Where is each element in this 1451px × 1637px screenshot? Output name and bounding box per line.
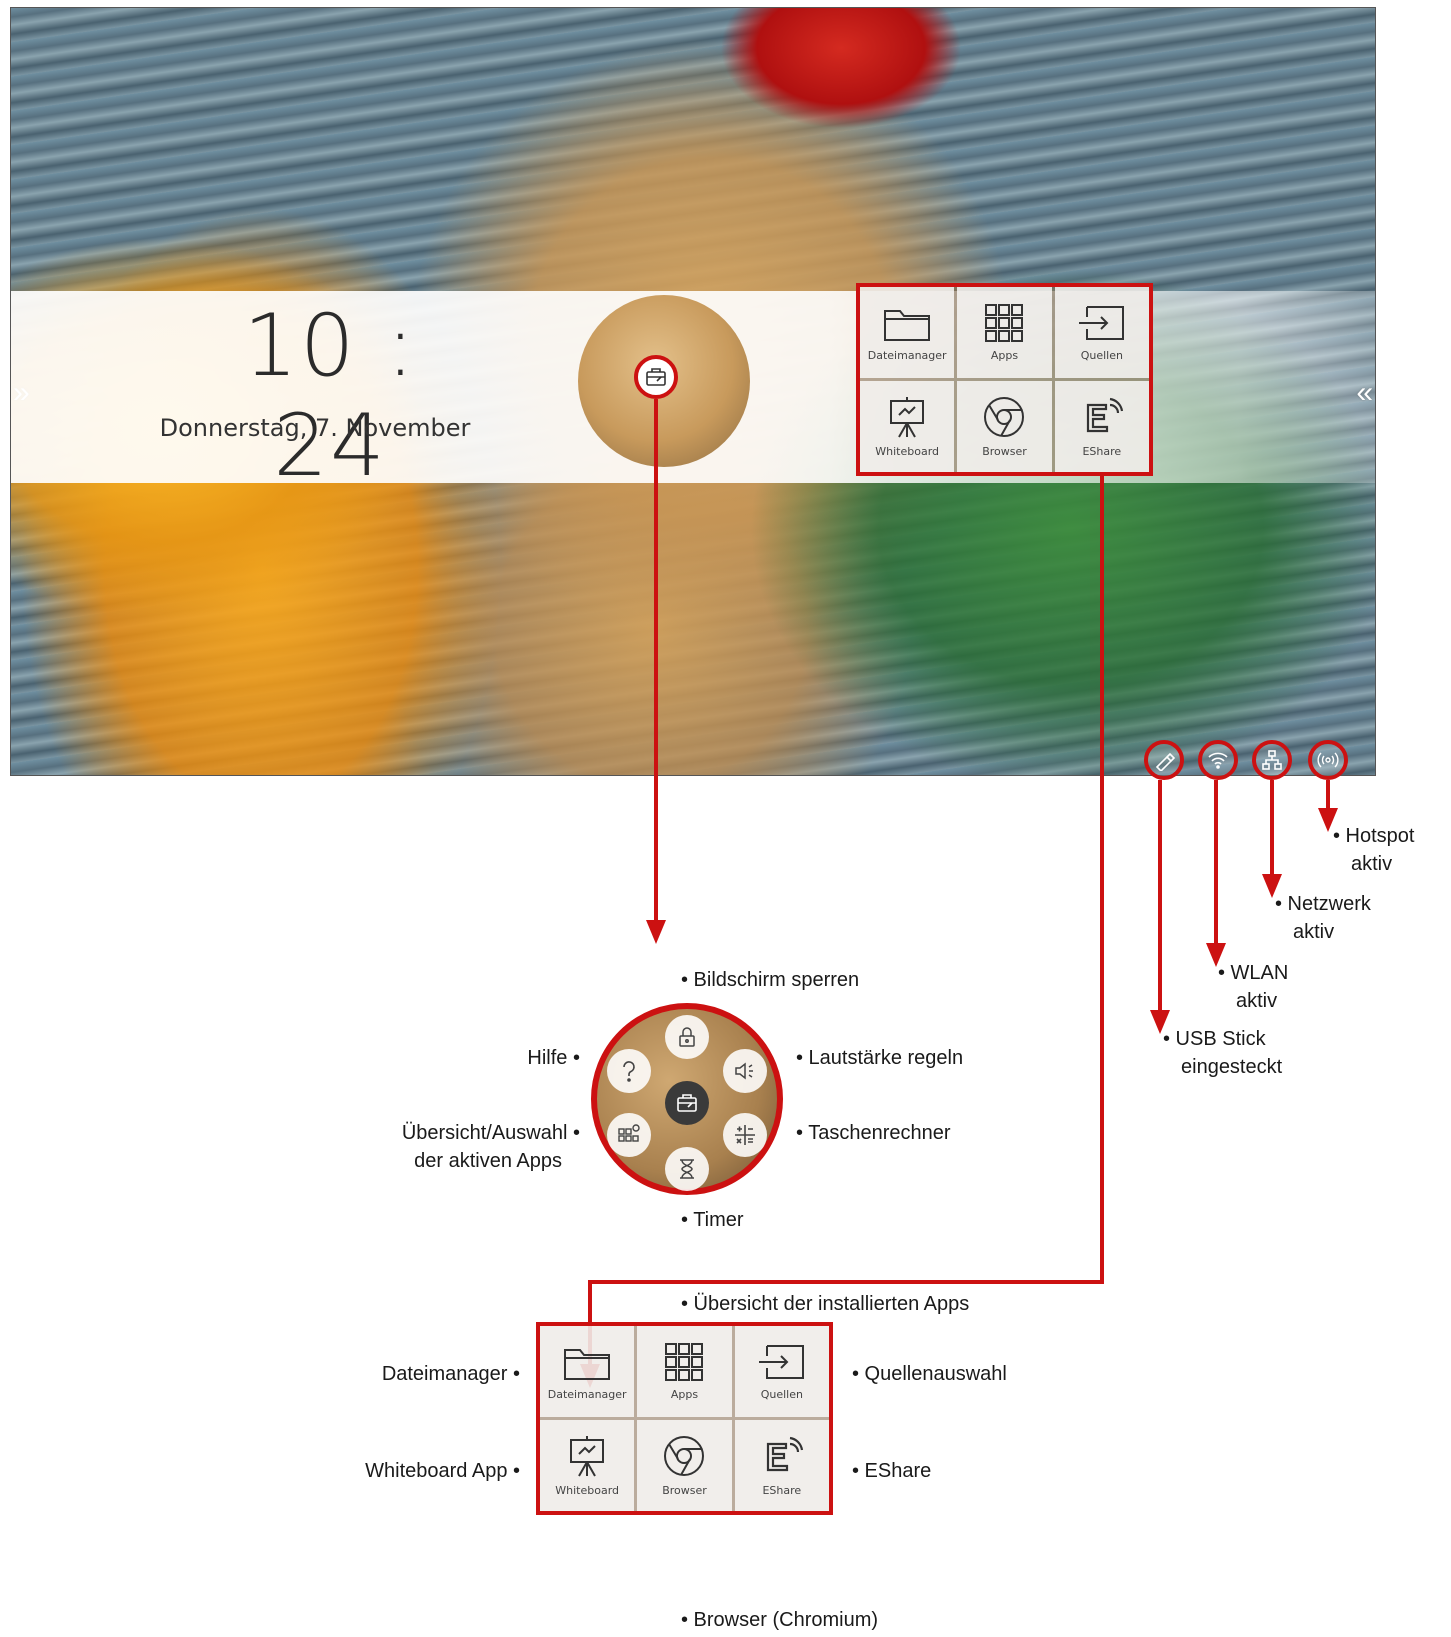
anno-browser: • Browser (Chromium): [681, 1609, 879, 1631]
tile-label: Browser: [662, 1484, 707, 1497]
tile-browser[interactable]: Browser: [637, 1420, 732, 1511]
eshare-icon: [766, 1436, 803, 1472]
chrome-icon: [664, 1436, 705, 1476]
anno-usb: • USB Stick eingesteckt: [1163, 1025, 1282, 1081]
anno-usb-l1: • USB Stick: [1163, 1028, 1266, 1050]
app-tiles-detail: Dateimanager Apps Quellen Whiteboard Bro…: [536, 1322, 833, 1515]
tile-label: Apps: [670, 1388, 699, 1401]
anno-netzwerk-l2: aktiv: [1293, 921, 1335, 943]
toolbox-radial-menu: [591, 1003, 783, 1195]
anno-netzwerk: • Netzwerk aktiv: [1275, 890, 1371, 946]
tile-label: EShare: [762, 1484, 802, 1497]
anno-uebersicht-aktive-l1: Übersicht/Auswahl •: [401, 1122, 580, 1144]
tile-label: Quellen: [760, 1388, 803, 1401]
anno-netzwerk-l1: • Netzwerk: [1275, 893, 1371, 915]
timer-button[interactable]: [665, 1147, 709, 1191]
anno-wlan-l1: • WLAN: [1218, 962, 1289, 984]
anno-uebersicht-aktive: Übersicht/Auswahl • der aktiven Apps: [340, 1119, 580, 1175]
anno-eshare: • EShare: [852, 1460, 932, 1482]
anno-timer: • Timer: [681, 1209, 744, 1231]
calculator-icon: [735, 1125, 755, 1145]
active-apps-button[interactable]: [607, 1113, 651, 1157]
calculator-button[interactable]: [723, 1113, 767, 1157]
anno-wlan: • WLAN aktiv: [1218, 959, 1288, 1015]
source-input-icon: [758, 1345, 804, 1379]
tile-label: Whiteboard: [555, 1484, 620, 1497]
lock-icon: [679, 1027, 695, 1047]
anno-installierte-apps: • Übersicht der installierten Apps: [681, 1293, 970, 1315]
arrowhead-toolbox: [646, 920, 666, 944]
anno-uebersicht-aktive-l2: der aktiven Apps: [414, 1150, 562, 1172]
lock-button[interactable]: [665, 1015, 709, 1059]
volume-button[interactable]: [723, 1049, 767, 1093]
anno-quellenauswahl: • Quellenauswahl: [852, 1363, 1007, 1385]
anno-hilfe: Hilfe •: [527, 1047, 580, 1069]
tile-dateimanager[interactable]: Dateimanager: [540, 1326, 635, 1417]
apps-grid-icon: [665, 1343, 704, 1381]
anno-hotspot-l2: aktiv: [1351, 853, 1393, 875]
tile-quellen[interactable]: Quellen: [734, 1326, 829, 1417]
tile-label: Dateimanager: [547, 1388, 627, 1401]
tile-eshare[interactable]: EShare: [734, 1420, 829, 1511]
help-icon: [623, 1061, 635, 1082]
folder-icon: [564, 1349, 611, 1380]
volume-icon: [735, 1062, 753, 1080]
anno-lautstaerke: • Lautstärke regeln: [796, 1047, 964, 1069]
help-button[interactable]: [607, 1049, 651, 1093]
anno-usb-l2: eingesteckt: [1181, 1056, 1283, 1078]
anno-hotspot-l1: • Hotspot: [1333, 825, 1415, 847]
anno-whiteboard-app: Whiteboard App •: [365, 1460, 520, 1482]
anno-dateimanager: Dateimanager •: [381, 1363, 520, 1385]
anno-taschenrechner: • Taschenrechner: [796, 1122, 951, 1144]
tile-apps[interactable]: Apps: [637, 1326, 732, 1417]
anno-hotspot: • Hotspot aktiv: [1333, 822, 1414, 878]
anno-wlan-l2: aktiv: [1236, 990, 1278, 1012]
active-apps-icon: [618, 1124, 640, 1142]
whiteboard-icon: [570, 1436, 605, 1477]
tile-whiteboard[interactable]: Whiteboard: [540, 1420, 635, 1511]
anno-bildschirm-sperren: • Bildschirm sperren: [681, 969, 860, 991]
toolbox-icon: [677, 1094, 697, 1112]
hourglass-icon: [680, 1159, 694, 1179]
toolbox-center-button[interactable]: [665, 1081, 709, 1125]
connector-tiles: [588, 476, 1104, 1367]
